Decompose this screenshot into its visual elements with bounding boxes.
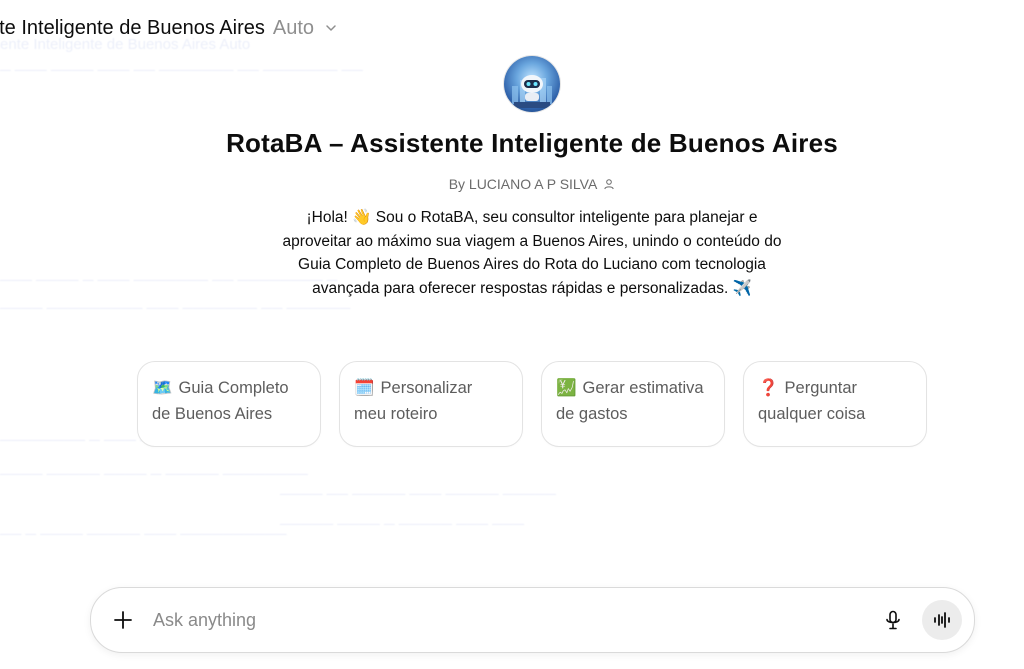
ghost-text: ───── ──── ─ ───── ─── ───: [280, 516, 525, 533]
microphone-icon[interactable]: [882, 609, 904, 631]
starter-label: Gerar estimativa de gastos: [556, 379, 704, 423]
ghost-text: ──── ───── ──── ─ ───── ────────: [0, 466, 308, 483]
byline-text: By LUCIANO A P SILVA: [448, 176, 598, 192]
starter-card-perguntar[interactable]: ❓ Perguntar qualquer coisa: [743, 361, 927, 447]
ghost-text: ──── ───────── ─── ─────── ── ──────: [0, 300, 351, 317]
ghost-text: ─ ─── ──── ─── ── ─────── ── ─────── ──: [0, 62, 363, 79]
calendar-icon: 🗓️: [354, 379, 375, 397]
gpt-description: ¡Hola! 👋 Sou o RotaBA, seu consultor int…: [282, 209, 782, 297]
chart-icon: 💹: [556, 379, 577, 397]
person-icon: [604, 179, 615, 190]
robot-avatar-icon: [504, 56, 560, 112]
voice-mode-button[interactable]: [922, 600, 962, 640]
chevron-down-icon[interactable]: [324, 21, 338, 35]
starter-card-roteiro[interactable]: 🗓️ Personalizar meu roteiro: [339, 361, 523, 447]
gpt-title: nte Inteligente de Buenos Aires: [0, 16, 265, 39]
composer: [90, 587, 975, 653]
message-input[interactable]: [151, 608, 882, 632]
top-bar: nte Inteligente de Buenos Aires Auto: [0, 12, 338, 44]
starter-card-guia[interactable]: 🗺️ Guia Completo de Buenos Aires: [137, 361, 321, 447]
byline[interactable]: By LUCIANO A P SILVA: [0, 176, 1024, 192]
starter-card-gastos[interactable]: 💹 Gerar estimativa de gastos: [541, 361, 725, 447]
ghost-text: ── ─ ──── ───── ─── ──────────: [0, 526, 287, 543]
model-selector-label[interactable]: Auto: [273, 17, 314, 40]
voice-mode-icon: [934, 612, 950, 628]
ghost-text: ──── ── ───── ─── ───── ─────: [280, 486, 556, 503]
map-icon: 🗺️: [152, 379, 173, 397]
gpt-name: RotaBA – Assistente Inteligente de Bueno…: [226, 128, 838, 158]
conversation-starters: 🗺️ Guia Completo de Buenos Aires 🗓️ Person…: [137, 361, 927, 447]
question-icon: ❓: [758, 379, 779, 397]
plus-icon[interactable]: [111, 608, 135, 632]
